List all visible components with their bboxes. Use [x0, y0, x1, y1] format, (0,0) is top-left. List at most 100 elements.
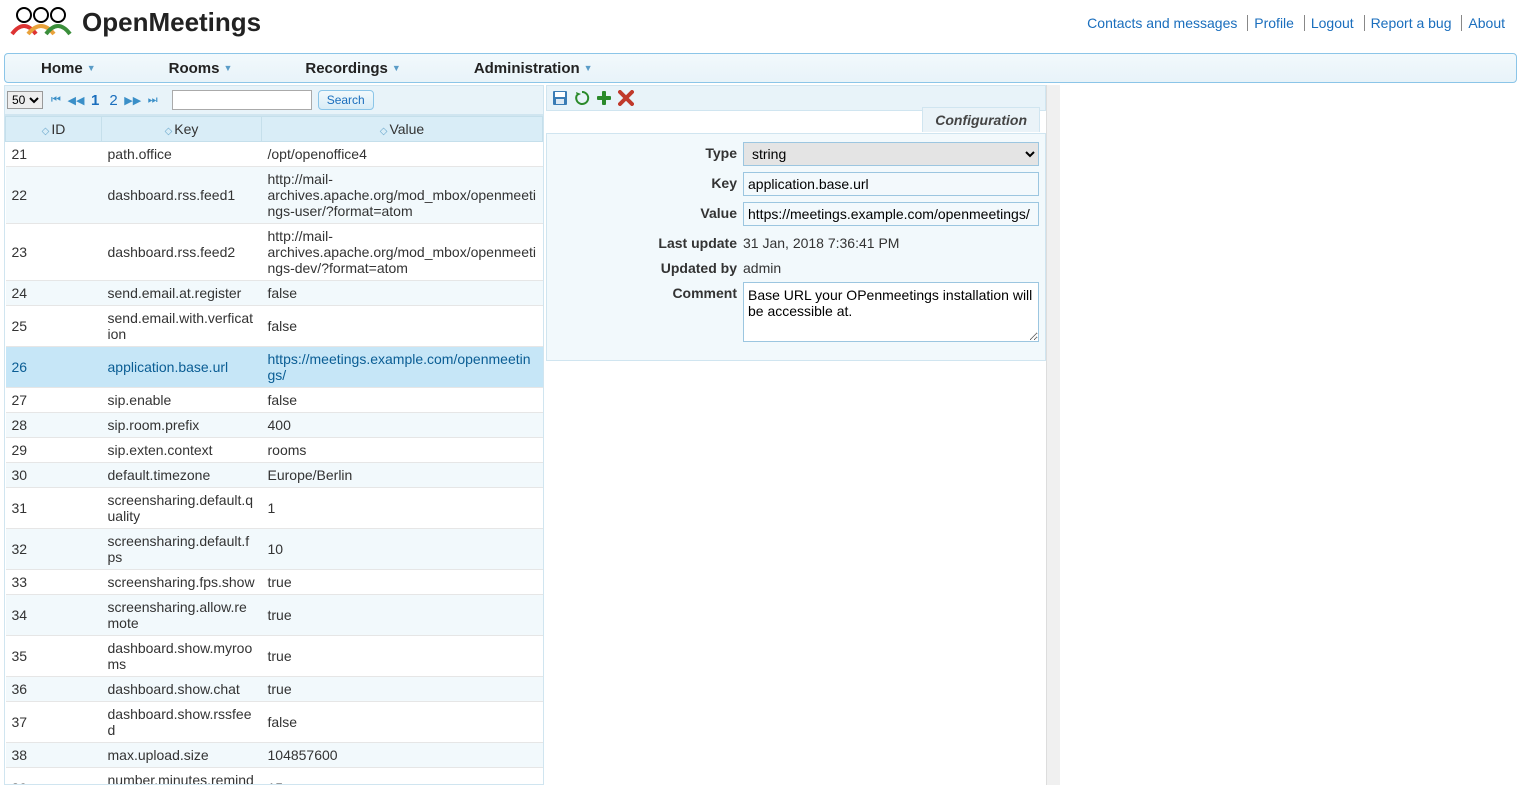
table-row[interactable]: 23dashboard.rss.feed2http://mail-archive…	[6, 224, 543, 281]
pager-prev-icon[interactable]: ◀◀	[69, 93, 83, 107]
cell-key: dashboard.rss.feed1	[102, 167, 262, 224]
cell-key: sip.exten.context	[102, 438, 262, 463]
label-updated-by: Updated by	[553, 257, 743, 276]
table-row[interactable]: 37dashboard.show.rssfeedfalse	[6, 702, 543, 743]
cell-value: 15	[262, 768, 543, 785]
page-size-select[interactable]: 50	[7, 91, 43, 109]
config-table-scroll[interactable]: ◇ID ◇Key ◇Value 21path.office/opt/openof…	[4, 115, 544, 785]
cell-id: 30	[6, 463, 102, 488]
app-logo-icon	[6, 4, 76, 41]
table-row[interactable]: 34screensharing.allow.remotetrue	[6, 595, 543, 636]
table-row[interactable]: 28sip.room.prefix400	[6, 413, 543, 438]
cell-id: 27	[6, 388, 102, 413]
column-header-key[interactable]: ◇Key	[102, 117, 262, 142]
cell-key: dashboard.show.rssfeed	[102, 702, 262, 743]
menu-administration-label: Administration	[474, 60, 580, 77]
cell-value: https://meetings.example.com/openmeeting…	[262, 347, 543, 388]
cell-value: 104857600	[262, 743, 543, 768]
cell-value: true	[262, 636, 543, 677]
cell-id: 32	[6, 529, 102, 570]
cell-id: 34	[6, 595, 102, 636]
link-logout[interactable]: Logout	[1305, 15, 1360, 31]
menu-home-label: Home	[41, 60, 83, 77]
cell-key: screensharing.default.fps	[102, 529, 262, 570]
pager-page-2[interactable]: 2	[107, 92, 119, 109]
table-row[interactable]: 38max.upload.size104857600	[6, 743, 543, 768]
type-select[interactable]: string	[743, 142, 1039, 166]
link-about[interactable]: About	[1462, 15, 1511, 31]
cell-key: application.base.url	[102, 347, 262, 388]
link-report-bug[interactable]: Report a bug	[1365, 15, 1458, 31]
table-row[interactable]: 25send.email.with.verficationfalse	[6, 306, 543, 347]
cell-value: Europe/Berlin	[262, 463, 543, 488]
column-header-id[interactable]: ◇ID	[6, 117, 102, 142]
cell-id: 21	[6, 142, 102, 167]
sort-icon: ◇	[42, 126, 50, 137]
cell-key: default.timezone	[102, 463, 262, 488]
table-row[interactable]: 30default.timezoneEurope/Berlin	[6, 463, 543, 488]
cell-id: 38	[6, 743, 102, 768]
list-toolbar: 50 ⏮ ◀◀ 1 2 ▶▶ ⏭ Search	[4, 85, 544, 115]
cell-id: 22	[6, 167, 102, 224]
cell-value: /opt/openoffice4	[262, 142, 543, 167]
link-profile[interactable]: Profile	[1248, 15, 1300, 31]
cell-id: 37	[6, 702, 102, 743]
menu-rooms-label: Rooms	[169, 60, 220, 77]
value-input[interactable]	[743, 202, 1039, 226]
table-row[interactable]: 24send.email.at.registerfalse	[6, 281, 543, 306]
table-row[interactable]: 22dashboard.rss.feed1http://mail-archive…	[6, 167, 543, 224]
save-icon[interactable]	[551, 89, 569, 107]
search-input[interactable]	[172, 90, 312, 110]
cell-id: 24	[6, 281, 102, 306]
cell-value: 400	[262, 413, 543, 438]
cell-value: false	[262, 388, 543, 413]
cell-value: 1	[262, 488, 543, 529]
search-button[interactable]: Search	[318, 90, 374, 110]
table-row[interactable]: 29sip.exten.contextrooms	[6, 438, 543, 463]
menu-administration[interactable]: Administration ▼	[438, 54, 630, 82]
cell-value: false	[262, 306, 543, 347]
main-menu: Home ▼ Rooms ▼ Recordings ▼ Administrati…	[4, 53, 1517, 83]
menu-home[interactable]: Home ▼	[5, 54, 133, 82]
label-last-update: Last update	[553, 232, 743, 251]
link-contacts[interactable]: Contacts and messages	[1081, 15, 1243, 31]
cell-key: sip.enable	[102, 388, 262, 413]
key-input[interactable]	[743, 172, 1039, 196]
label-type: Type	[553, 142, 743, 161]
pager-last-icon[interactable]: ⏭	[146, 93, 160, 107]
table-row[interactable]: 36dashboard.show.chattrue	[6, 677, 543, 702]
chevron-down-icon: ▼	[223, 63, 232, 73]
sort-icon: ◇	[380, 126, 388, 137]
pager-next-icon[interactable]: ▶▶	[126, 93, 140, 107]
menu-recordings[interactable]: Recordings ▼	[269, 54, 437, 82]
pager-page-1[interactable]: 1	[89, 92, 101, 109]
pager-first-icon[interactable]: ⏮	[49, 93, 63, 107]
chevron-down-icon: ▼	[584, 63, 593, 73]
column-header-value[interactable]: ◇Value	[262, 117, 543, 142]
cell-id: 33	[6, 570, 102, 595]
menu-rooms[interactable]: Rooms ▼	[133, 54, 270, 82]
table-row[interactable]: 39number.minutes.reminder.send15	[6, 768, 543, 785]
cell-value: 10	[262, 529, 543, 570]
cell-id: 36	[6, 677, 102, 702]
table-row[interactable]: 21path.office/opt/openoffice4	[6, 142, 543, 167]
table-row[interactable]: 27sip.enablefalse	[6, 388, 543, 413]
right-scrollbar[interactable]	[1046, 85, 1060, 785]
cell-key: dashboard.show.chat	[102, 677, 262, 702]
comment-textarea[interactable]: Base URL your OPenmeetings installation …	[743, 282, 1039, 342]
config-table: ◇ID ◇Key ◇Value 21path.office/opt/openof…	[5, 116, 543, 785]
label-key: Key	[553, 172, 743, 191]
chevron-down-icon: ▼	[392, 63, 401, 73]
table-row[interactable]: 26application.base.urlhttps://meetings.e…	[6, 347, 543, 388]
cell-id: 29	[6, 438, 102, 463]
table-row[interactable]: 35dashboard.show.myroomstrue	[6, 636, 543, 677]
table-row[interactable]: 31screensharing.default.quality1	[6, 488, 543, 529]
table-row[interactable]: 33screensharing.fps.showtrue	[6, 570, 543, 595]
config-form: Type string Key Value Last updat	[546, 133, 1046, 361]
delete-icon[interactable]	[617, 89, 635, 107]
table-row[interactable]: 32screensharing.default.fps10	[6, 529, 543, 570]
cell-id: 23	[6, 224, 102, 281]
refresh-icon[interactable]	[573, 89, 591, 107]
add-icon[interactable]	[595, 89, 613, 107]
cell-key: send.email.at.register	[102, 281, 262, 306]
